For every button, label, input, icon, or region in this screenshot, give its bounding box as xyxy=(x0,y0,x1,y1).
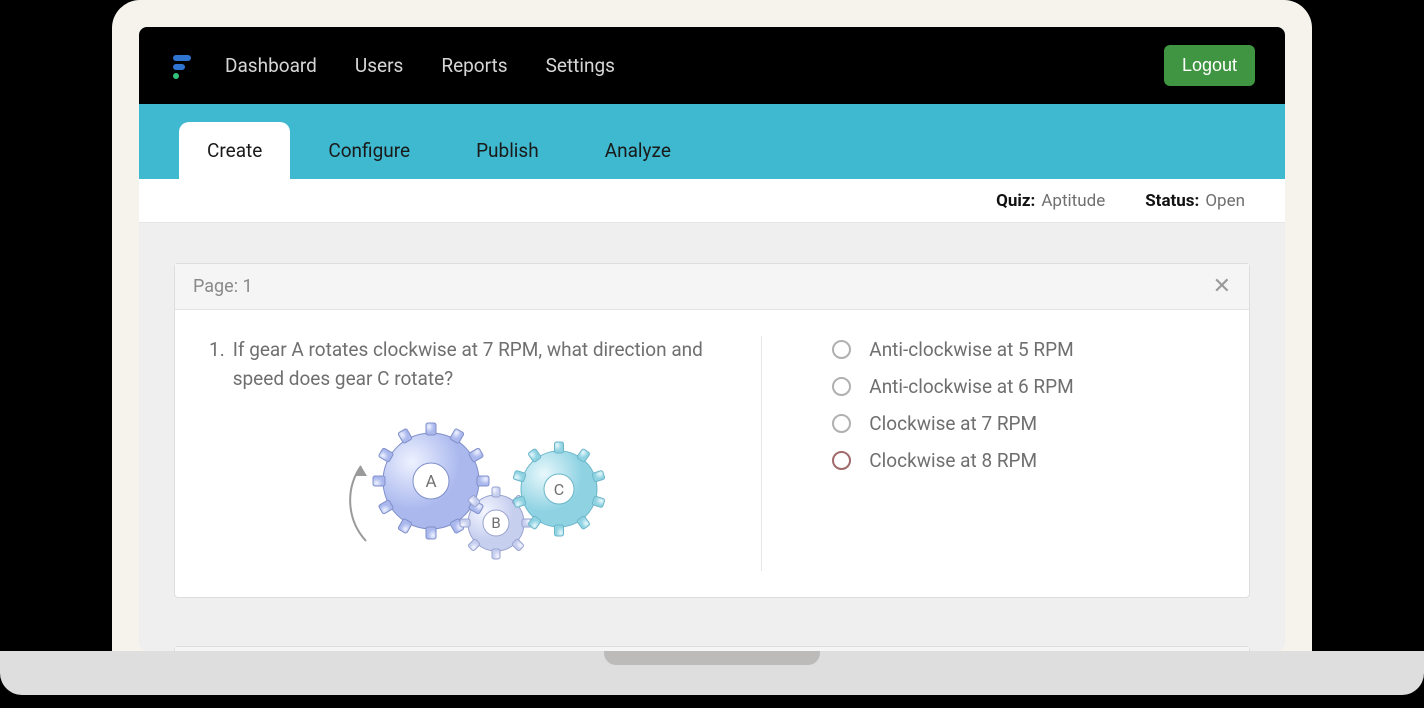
top-navbar: Dashboard Users Reports Settings Logout xyxy=(139,27,1285,104)
option-label: Anti-clockwise at 6 RPM xyxy=(869,375,1073,398)
page-title-1: Page: 1 xyxy=(193,276,253,297)
page-header-1: Page: 1 ✕ xyxy=(175,264,1249,310)
radio-icon xyxy=(832,414,851,433)
option-label: Clockwise at 7 RPM xyxy=(869,412,1037,435)
quiz-label: Quiz: xyxy=(996,191,1035,211)
tab-publish[interactable]: Publish xyxy=(448,122,567,179)
info-status: Status: Open xyxy=(1145,191,1245,211)
app-window: Dashboard Users Reports Settings Logout … xyxy=(139,27,1285,651)
logout-button[interactable]: Logout xyxy=(1164,45,1255,86)
info-quiz: Quiz: Aptitude xyxy=(996,191,1105,211)
quiz-value: Aptitude xyxy=(1041,191,1105,211)
laptop-frame: Dashboard Users Reports Settings Logout … xyxy=(112,0,1312,651)
option-2[interactable]: Clockwise at 7 RPM xyxy=(832,412,1215,435)
nav-settings[interactable]: Settings xyxy=(546,54,615,77)
radio-icon xyxy=(832,451,851,470)
question-body: If gear A rotates clockwise at 7 RPM, wh… xyxy=(233,336,734,393)
laptop-notch xyxy=(604,651,820,665)
question-row: 1 If gear A rotates clockwise at 7 RPM, … xyxy=(175,310,1249,597)
tab-create[interactable]: Create xyxy=(179,122,290,179)
gear-a-label: A xyxy=(426,472,437,492)
tab-configure[interactable]: Configure xyxy=(300,122,438,179)
nav-dashboard[interactable]: Dashboard xyxy=(225,54,317,77)
close-icon[interactable]: ✕ xyxy=(1213,274,1231,299)
nav-users[interactable]: Users xyxy=(355,54,403,77)
option-1[interactable]: Anti-clockwise at 6 RPM xyxy=(832,375,1215,398)
tab-analyze[interactable]: Analyze xyxy=(577,122,699,179)
option-0[interactable]: Anti-clockwise at 5 RPM xyxy=(832,338,1215,361)
question-options: Anti-clockwise at 5 RPM Anti-clockwise a… xyxy=(762,336,1215,571)
radio-icon xyxy=(832,340,851,359)
status-label: Status: xyxy=(1145,191,1199,211)
option-3[interactable]: Clockwise at 8 RPM xyxy=(832,449,1215,472)
gear-c-label: C xyxy=(554,480,564,499)
status-value: Open xyxy=(1205,191,1245,211)
option-label: Anti-clockwise at 5 RPM xyxy=(869,338,1073,361)
top-nav-links: Dashboard Users Reports Settings xyxy=(225,54,615,77)
question-number: 1 xyxy=(209,336,225,393)
option-label: Clockwise at 8 RPM xyxy=(869,449,1037,472)
gear-b-label: B xyxy=(491,514,500,532)
content-area: Page: 1 ✕ 1 If gear A rotates clockwise … xyxy=(139,223,1285,651)
app-logo-icon xyxy=(169,52,197,80)
nav-reports[interactable]: Reports xyxy=(441,54,507,77)
question-text: 1 If gear A rotates clockwise at 7 RPM, … xyxy=(209,336,733,393)
gear-diagram-icon: A B xyxy=(321,411,621,571)
tab-bar: Create Configure Publish Analyze xyxy=(139,104,1285,179)
question-left: 1 If gear A rotates clockwise at 7 RPM, … xyxy=(209,336,762,571)
radio-icon xyxy=(832,377,851,396)
info-bar: Quiz: Aptitude Status: Open xyxy=(139,179,1285,223)
page-card-1: Page: 1 ✕ 1 If gear A rotates clockwise … xyxy=(174,263,1250,598)
